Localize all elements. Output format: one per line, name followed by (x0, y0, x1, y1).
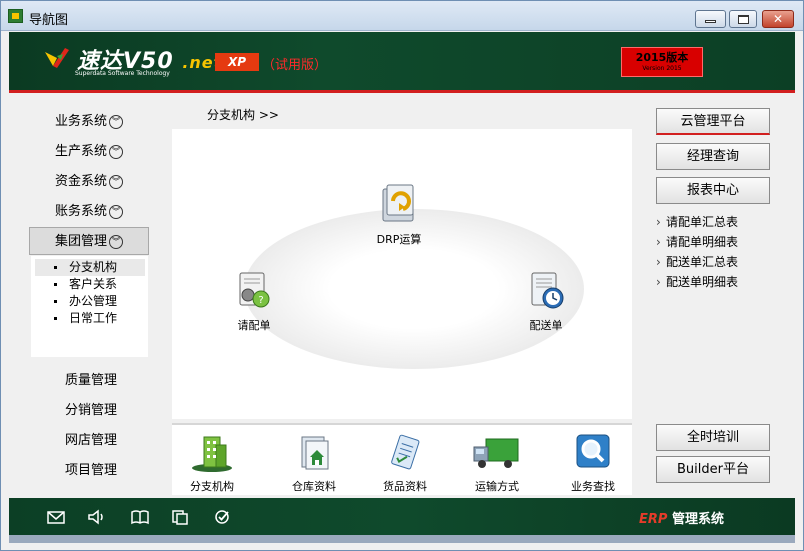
window-title: 导航图 (29, 13, 69, 28)
submenu-item-crm[interactable]: 客户关系 (35, 276, 145, 293)
nav-item-group[interactable]: 集团管理 ︾ (29, 227, 149, 255)
chevron-right-icon: › (656, 255, 661, 269)
warehouse-icon (301, 436, 329, 470)
report-link-delivery-detail[interactable]: › 配送单明细表 (656, 273, 738, 291)
training-button[interactable]: 全时培训 (656, 424, 770, 451)
truck-icon (473, 438, 519, 468)
report-link-delivery-summary[interactable]: › 配送单汇总表 (656, 253, 738, 271)
nav-item-webshop[interactable]: 网店管理 (36, 429, 146, 453)
bullet-icon (54, 283, 57, 286)
nav-item-accounting[interactable]: 账务系统 ︾ (29, 198, 149, 226)
chevron-down-icon: ︾ (109, 234, 123, 249)
node-delivery-order[interactable]: 配送单 (516, 271, 576, 333)
chevron-right-icon: › (656, 215, 661, 229)
brand-tagline: Superdata Software Technology (75, 70, 170, 77)
maximize-icon (738, 15, 749, 24)
report-link-request-summary[interactable]: › 请配单汇总表 (656, 213, 738, 231)
manager-query-button[interactable]: 经理查询 (656, 143, 770, 170)
chevron-right-icon: › (656, 235, 661, 249)
submenu-item-branch[interactable]: 分支机构 (35, 259, 145, 276)
version-badge: 2015版本 Version 2015 (621, 47, 703, 77)
report-center-button[interactable]: 报表中心 (656, 177, 770, 204)
minimize-button[interactable] (695, 10, 726, 28)
nav-item-funds[interactable]: 资金系统 ︾ (29, 168, 149, 196)
node-request-order[interactable]: ? 请配单 (226, 271, 282, 333)
maximize-button[interactable] (729, 10, 757, 28)
speaker-icon[interactable] (87, 509, 105, 525)
builder-platform-button[interactable]: Builder平台 (656, 456, 770, 483)
building-icon (192, 436, 232, 472)
chevron-down-icon: ︾ (109, 174, 123, 189)
nav-item-business[interactable]: 业务系统 ︾ (29, 108, 149, 136)
bullet-icon (54, 317, 57, 320)
magnifier-icon (576, 434, 610, 468)
copy-icon[interactable] (171, 509, 189, 525)
brand-logo-icon (45, 48, 69, 68)
chevron-down-icon: ︾ (109, 144, 123, 159)
tool-warehouse[interactable]: 仓库资料 (279, 433, 349, 494)
node-drp[interactable]: DRP运算 (368, 183, 430, 247)
app-header: 速达V50 .net Superdata Software Technology… (9, 32, 795, 93)
report-link-request-detail[interactable]: › 请配单明细表 (656, 233, 738, 251)
refresh-icon (382, 184, 414, 222)
flow-diagram: DRP运算 ? 请配单 配送单 (172, 129, 632, 419)
breadcrumb: 分支机构 >> (207, 108, 279, 122)
nav-item-quality[interactable]: 质量管理 (36, 369, 146, 393)
clipboard-icon (391, 434, 420, 470)
chevron-down-icon: ︾ (109, 204, 123, 219)
chevron-right-icon: › (656, 275, 661, 289)
cloud-platform-button[interactable]: 云管理平台 (656, 108, 770, 135)
bullet-icon (54, 266, 57, 269)
tool-goods[interactable]: 货品资料 (370, 433, 440, 494)
group-submenu: 分支机构 客户关系 办公管理 日常工作 (31, 256, 148, 357)
bullet-icon (54, 300, 57, 303)
chevron-down-icon: ︾ (109, 114, 123, 129)
edition-badge: XP (215, 53, 259, 71)
gear-document-icon: ? (239, 272, 270, 308)
main-window: 导航图 ✕ 速达V50 .net Superdata Software Tech… (0, 0, 804, 551)
submenu-item-daily[interactable]: 日常工作 (35, 310, 145, 327)
app-icon (8, 9, 23, 23)
close-icon: ✕ (772, 12, 784, 26)
trial-label: （试用版） (262, 58, 328, 73)
close-button[interactable]: ✕ (762, 10, 794, 28)
tool-transport[interactable]: 运输方式 (462, 433, 532, 494)
book-icon[interactable] (131, 509, 149, 525)
tool-branch[interactable]: 分支机构 (177, 433, 247, 494)
check-circle-icon[interactable] (213, 509, 231, 525)
status-footer: ERP 管理系统 (9, 498, 795, 535)
submenu-item-office[interactable]: 办公管理 (35, 293, 145, 310)
erp-system-label: ERP 管理系统 (639, 512, 724, 527)
window-bottom-edge (9, 535, 795, 543)
svg-text:?: ? (258, 295, 263, 306)
nav-item-production[interactable]: 生产系统 ︾ (29, 138, 149, 166)
nav-item-project[interactable]: 项目管理 (36, 459, 146, 483)
tool-search[interactable]: 业务查找 (558, 433, 628, 494)
mail-icon[interactable] (47, 509, 65, 525)
nav-item-distribution[interactable]: 分销管理 (36, 399, 146, 423)
quick-tools: 分支机构 仓库资料 货品资料 运输方式 业务查找 (172, 423, 632, 495)
title-bar: 导航图 ✕ (1, 1, 803, 31)
clock-document-icon (531, 272, 564, 309)
minimize-icon (705, 20, 716, 23)
